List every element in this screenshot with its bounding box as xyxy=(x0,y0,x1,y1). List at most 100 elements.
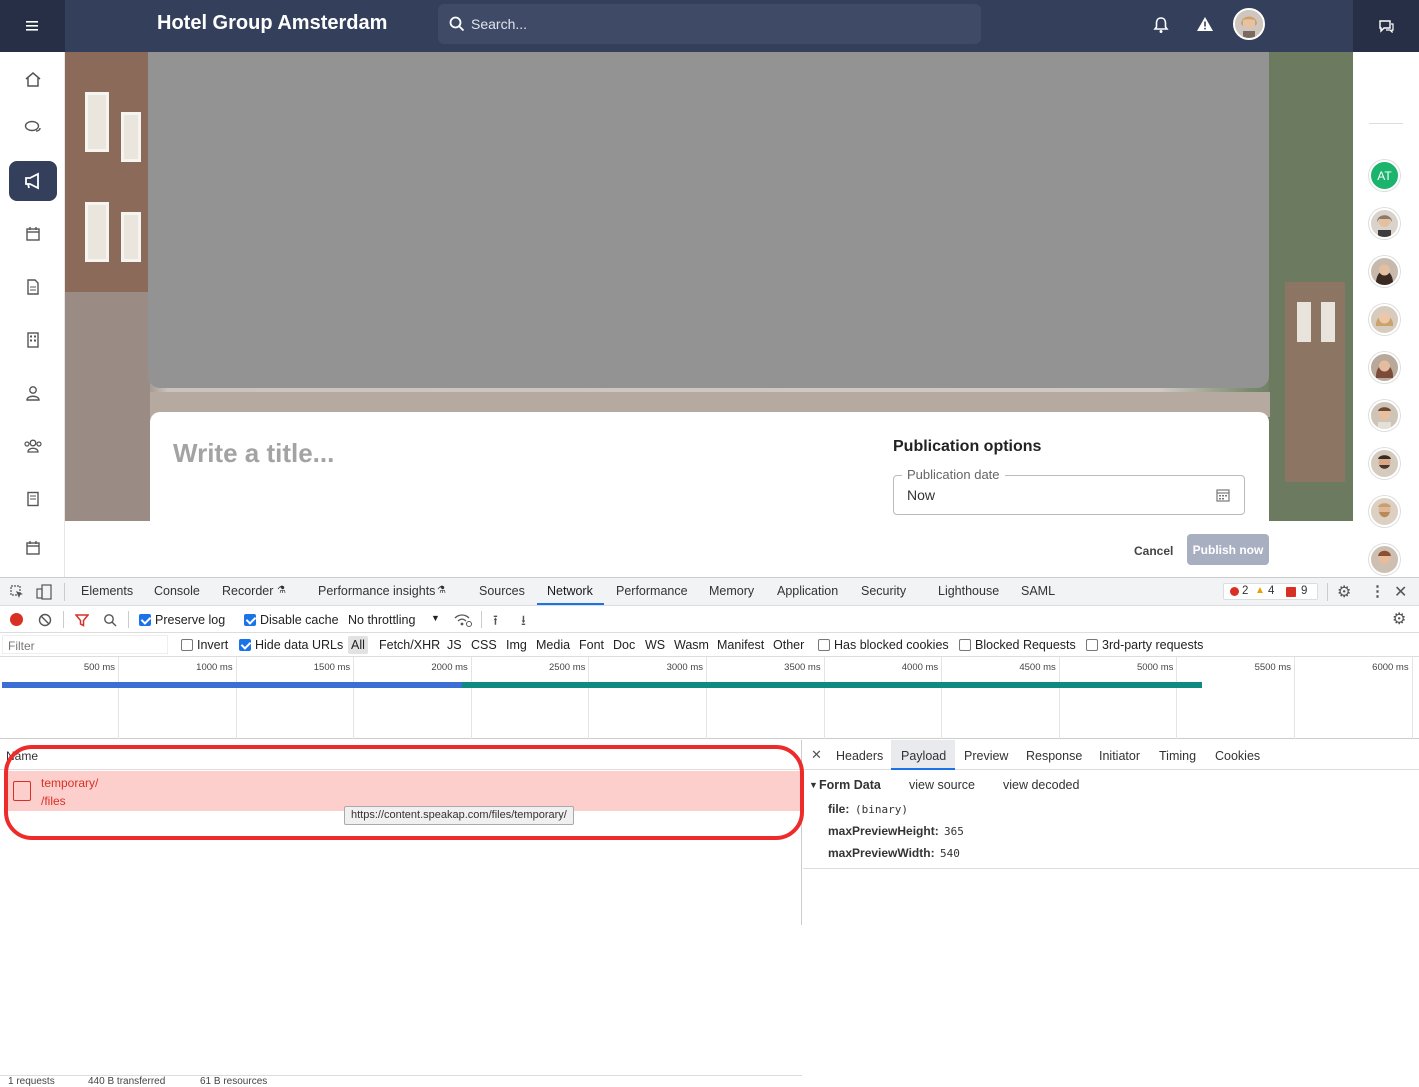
type-filter-js[interactable]: JS xyxy=(447,638,462,652)
divider xyxy=(1327,583,1328,601)
type-filter-css[interactable]: CSS xyxy=(471,638,497,652)
issue-counters[interactable]: 2 ▲ 4 9 xyxy=(1223,583,1318,600)
group-icon xyxy=(24,439,42,453)
avatar[interactable] xyxy=(1369,352,1400,383)
nav-documents[interactable] xyxy=(9,267,57,307)
network-settings-icon[interactable]: ⚙ xyxy=(1392,609,1406,629)
window xyxy=(85,202,109,262)
form-data-heading[interactable]: Form Data xyxy=(819,778,881,792)
type-filter-font[interactable]: Font xyxy=(579,638,604,652)
avatar[interactable] xyxy=(1369,304,1400,335)
type-filter-fetch-xhr[interactable]: Fetch/XHR xyxy=(379,638,440,652)
tab-lighthouse[interactable]: Lighthouse xyxy=(938,584,999,598)
network-status-bar: 1 requests 440 B transferred 61 B resour… xyxy=(0,1075,802,1087)
nav-events[interactable] xyxy=(9,528,57,568)
search-icon[interactable] xyxy=(103,613,117,627)
bell-icon[interactable] xyxy=(1153,16,1169,34)
nav-handbook[interactable] xyxy=(9,479,57,519)
disable-cache-label: Disable cache xyxy=(260,613,339,627)
preserve-log-checkbox[interactable]: Preserve log xyxy=(139,613,225,627)
tab-console[interactable]: Console xyxy=(154,584,200,598)
type-filter-ws[interactable]: WS xyxy=(645,638,665,652)
type-filter-wasm[interactable]: Wasm xyxy=(674,638,709,652)
nav-home[interactable] xyxy=(9,60,57,100)
blocked-requests-checkbox[interactable]: Blocked Requests xyxy=(959,638,1076,652)
menu-button[interactable] xyxy=(0,0,65,52)
nav-chat[interactable] xyxy=(9,108,57,148)
tab-elements[interactable]: Elements xyxy=(81,584,133,598)
invert-checkbox[interactable]: Invert xyxy=(181,638,228,652)
detail-tab-preview[interactable]: Preview xyxy=(964,749,1008,763)
warning-icon[interactable] xyxy=(1196,16,1214,32)
has-blocked-cookies-checkbox[interactable]: Has blocked cookies xyxy=(818,638,949,652)
detail-tab-response[interactable]: Response xyxy=(1026,749,1082,763)
detail-tab-cookies[interactable]: Cookies xyxy=(1215,749,1260,763)
tab-memory[interactable]: Memory xyxy=(709,584,754,598)
avatar[interactable] xyxy=(1369,256,1400,287)
tab-recorder[interactable]: Recorder xyxy=(222,584,273,598)
detail-tab-headers[interactable]: Headers xyxy=(836,749,883,763)
expand-triangle-icon[interactable]: ▼ xyxy=(809,780,818,790)
calendar-icon[interactable] xyxy=(1216,488,1230,502)
type-filter-all[interactable]: All xyxy=(348,636,368,654)
tab-security[interactable]: Security xyxy=(861,584,906,598)
timeline-gridline xyxy=(235,657,237,739)
nav-profile[interactable] xyxy=(9,373,57,413)
type-filter-other[interactable]: Other xyxy=(773,638,804,652)
chat-button[interactable] xyxy=(1353,0,1419,52)
avatar[interactable] xyxy=(1369,400,1400,431)
publish-now-button[interactable]: Publish now xyxy=(1187,534,1269,565)
close-detail-icon[interactable]: ✕ xyxy=(811,747,822,763)
close-icon[interactable]: ✕ xyxy=(1394,582,1407,602)
nav-groups[interactable] xyxy=(9,426,57,466)
type-filter-media[interactable]: Media xyxy=(536,638,570,652)
tab-performance-insights[interactable]: Performance insights xyxy=(318,584,435,598)
more-vertical-icon[interactable]: ⋮ xyxy=(1370,582,1385,600)
clear-icon[interactable] xyxy=(38,613,52,627)
type-filter-manifest[interactable]: Manifest xyxy=(717,638,764,652)
detail-tab-payload[interactable]: Payload xyxy=(901,749,946,763)
tab-saml[interactable]: SAML xyxy=(1021,584,1055,598)
view-decoded-link[interactable]: view decoded xyxy=(1003,778,1079,792)
flask-icon: ⚗ xyxy=(437,585,446,596)
avatar[interactable] xyxy=(1369,544,1400,575)
avatar[interactable] xyxy=(1369,208,1400,239)
window xyxy=(85,92,109,152)
devtools-tab-bar: Elements Console Recorder ⚗ Performance … xyxy=(0,578,1419,606)
inspect-element-icon[interactable] xyxy=(10,585,24,599)
hide-data-urls-checkbox[interactable]: Hide data URLs xyxy=(239,638,343,652)
image-upload-placeholder[interactable] xyxy=(148,52,1269,388)
nav-announcements[interactable] xyxy=(9,161,57,201)
title-input[interactable]: Write a title... xyxy=(173,438,334,469)
network-conditions-icon[interactable] xyxy=(454,613,472,627)
record-icon[interactable] xyxy=(10,613,23,626)
disable-cache-checkbox[interactable]: Disable cache xyxy=(244,613,339,627)
cancel-button[interactable]: Cancel xyxy=(1126,540,1181,562)
throttling-select[interactable]: No throttling xyxy=(348,613,415,627)
avatar[interactable] xyxy=(1369,496,1400,527)
hide-data-urls-label: Hide data URLs xyxy=(255,638,344,652)
nav-calendar[interactable] xyxy=(9,214,57,254)
detail-tab-initiator[interactable]: Initiator xyxy=(1099,749,1140,763)
import-har-icon[interactable]: ⭱ xyxy=(493,610,498,634)
filter-icon[interactable] xyxy=(75,613,89,627)
type-filter-img[interactable]: Img xyxy=(506,638,527,652)
export-har-icon[interactable]: ⭳ xyxy=(521,610,526,634)
detail-tab-timing[interactable]: Timing xyxy=(1159,749,1196,763)
settings-gear-icon[interactable]: ⚙ xyxy=(1337,582,1351,602)
tab-performance[interactable]: Performance xyxy=(616,584,688,598)
device-toolbar-icon[interactable] xyxy=(36,584,52,600)
third-party-checkbox[interactable]: 3rd-party requests xyxy=(1086,638,1203,652)
search-input[interactable]: Search... xyxy=(438,4,981,44)
tab-application[interactable]: Application xyxy=(777,584,838,598)
tab-sources[interactable]: Sources xyxy=(479,584,525,598)
nav-organization[interactable] xyxy=(9,320,57,360)
user-avatar[interactable] xyxy=(1233,8,1265,40)
avatar-initials[interactable]: AT xyxy=(1369,160,1400,191)
network-overview-timeline[interactable]: 500 ms 1000 ms 1500 ms 2000 ms 2500 ms 3000 m… xyxy=(0,657,1419,739)
filter-input[interactable]: Filter xyxy=(2,635,168,654)
view-source-link[interactable]: view source xyxy=(909,778,975,792)
type-filter-doc[interactable]: Doc xyxy=(613,638,635,652)
tab-network[interactable]: Network xyxy=(547,584,593,598)
avatar[interactable] xyxy=(1369,448,1400,479)
